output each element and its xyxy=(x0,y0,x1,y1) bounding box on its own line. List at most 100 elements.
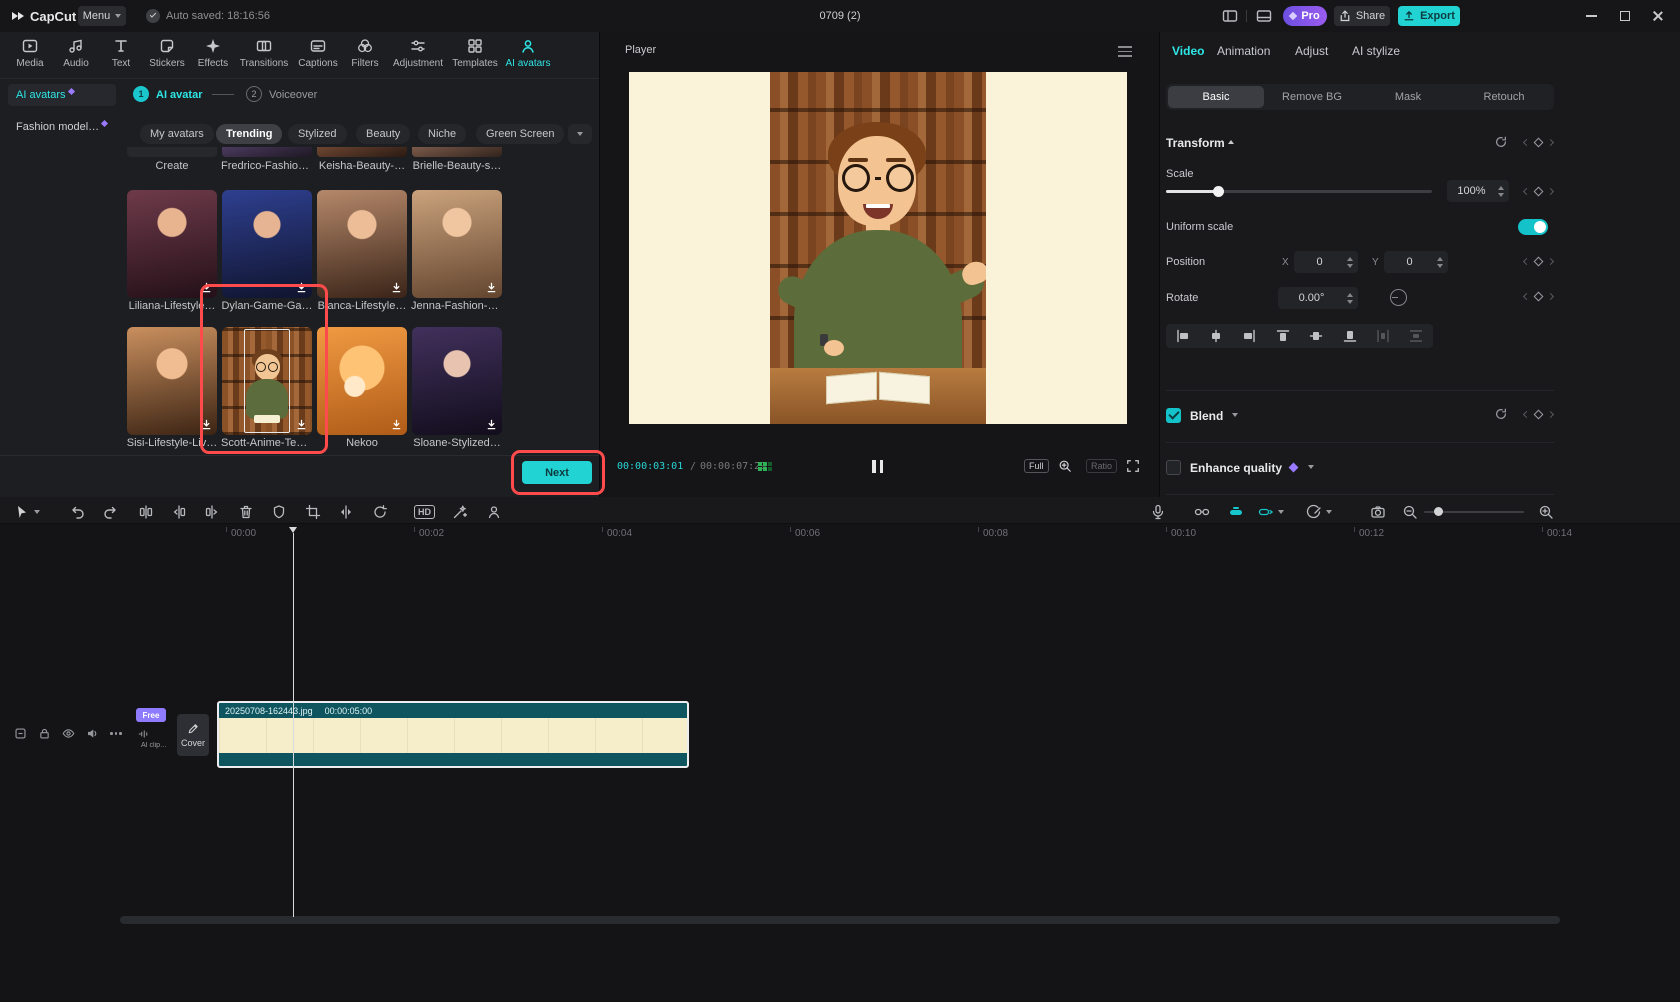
tab-effects[interactable]: Effects xyxy=(185,38,241,69)
tab-video[interactable]: Video xyxy=(1172,44,1204,58)
chevron-down-icon[interactable] xyxy=(1308,465,1314,469)
zoom-out-icon[interactable] xyxy=(1402,504,1418,520)
layout-bottom-icon[interactable] xyxy=(1256,8,1272,24)
tab-filters[interactable]: Filters xyxy=(337,38,393,69)
align-center-v-button[interactable] xyxy=(1300,324,1333,348)
avatar-card-keisha[interactable] xyxy=(317,147,407,157)
uniform-scale-toggle[interactable] xyxy=(1518,219,1548,235)
filter-chip-my-avatars[interactable]: My avatars xyxy=(140,124,214,144)
magic-wand-icon[interactable] xyxy=(452,504,468,520)
chevron-down-icon[interactable] xyxy=(1232,413,1238,417)
tab-templates[interactable]: Templates xyxy=(447,38,503,69)
zoom-fit-icon[interactable] xyxy=(1058,459,1072,473)
mask-icon[interactable] xyxy=(271,504,287,520)
avatar-card-nekoo[interactable] xyxy=(317,327,407,435)
select-tool-chevron-icon[interactable] xyxy=(34,510,40,514)
pause-button[interactable] xyxy=(872,460,883,473)
menu-button[interactable]: Menu xyxy=(78,6,126,26)
step-1-label[interactable]: AI avatar xyxy=(156,89,202,101)
mute-icon[interactable] xyxy=(86,727,99,740)
subtab-retouch[interactable]: Retouch xyxy=(1456,86,1552,108)
tab-adjust[interactable]: Adjust xyxy=(1295,44,1328,58)
subtab-basic[interactable]: Basic xyxy=(1168,86,1264,108)
rotate-dial[interactable] xyxy=(1390,289,1407,306)
chips-expand-button[interactable] xyxy=(568,124,592,144)
timeline-h-scrollbar[interactable] xyxy=(120,916,1560,924)
main-track-magnet-icon[interactable] xyxy=(1228,504,1244,520)
maximize-button[interactable] xyxy=(1620,11,1630,21)
align-bottom-button[interactable] xyxy=(1333,324,1366,348)
more-options-icon[interactable] xyxy=(110,732,122,735)
scale-keyframe-control[interactable] xyxy=(1524,188,1553,195)
avatar-card-fredrico[interactable] xyxy=(222,147,312,157)
timeline-zoom-handle[interactable] xyxy=(1434,507,1443,516)
avatar-card-liliana[interactable] xyxy=(127,190,217,298)
subtab-remove-bg[interactable]: Remove BG xyxy=(1264,86,1360,108)
distribute-v-button[interactable] xyxy=(1400,324,1433,348)
track-options-icon[interactable] xyxy=(1258,504,1274,520)
pro-badge[interactable]: Pro xyxy=(1283,6,1327,26)
avatar-card-scott-selected[interactable] xyxy=(222,327,312,435)
sidebar-item-ai-avatars[interactable]: AI avatars xyxy=(8,84,116,106)
tab-animation[interactable]: Animation xyxy=(1217,44,1270,58)
split-icon[interactable] xyxy=(138,504,154,520)
enhance-quality-label[interactable]: Enhance quality xyxy=(1190,461,1282,475)
avatar-card-sloane[interactable] xyxy=(412,327,502,435)
undo-icon[interactable] xyxy=(70,504,86,520)
lock-icon[interactable] xyxy=(38,727,51,740)
rotate-value-stepper[interactable]: 0.00° xyxy=(1278,287,1358,309)
preview-axis-icon[interactable] xyxy=(1306,504,1322,520)
chevron-down-icon[interactable] xyxy=(1326,510,1332,514)
avatar-card-create[interactable] xyxy=(127,147,217,157)
delete-right-icon[interactable] xyxy=(204,504,220,520)
tab-ai-stylize[interactable]: AI stylize xyxy=(1352,44,1400,58)
ratio-button[interactable]: Ratio xyxy=(1086,459,1117,473)
redo-icon[interactable] xyxy=(102,504,118,520)
avatar-card-jenna[interactable] xyxy=(412,190,502,298)
eye-icon[interactable] xyxy=(62,727,75,740)
record-voiceover-icon[interactable] xyxy=(1150,504,1166,520)
snapshot-icon[interactable] xyxy=(1370,504,1386,520)
avatar-card-dylan[interactable] xyxy=(222,190,312,298)
sidebar-item-fashion-model[interactable]: Fashion model… xyxy=(8,116,116,138)
align-left-button[interactable] xyxy=(1166,324,1199,348)
performance-grid-icon[interactable] xyxy=(758,462,774,473)
filter-chip-stylized[interactable]: Stylized xyxy=(288,124,347,144)
rotate-keyframe-control[interactable] xyxy=(1524,293,1553,300)
transform-section-label[interactable]: Transform xyxy=(1166,136,1225,150)
blend-section-label[interactable]: Blend xyxy=(1190,409,1223,423)
chevron-down-icon[interactable] xyxy=(1278,510,1284,514)
share-button[interactable]: Share xyxy=(1334,6,1390,26)
hd-quality-button[interactable]: HD xyxy=(414,505,435,519)
ai-avatar-tool-icon[interactable] xyxy=(486,504,502,520)
position-y-stepper[interactable]: 0 xyxy=(1384,251,1448,273)
reset-blend-icon[interactable] xyxy=(1494,407,1508,421)
expand-player-icon[interactable] xyxy=(1126,459,1140,473)
avatar-card-sisi[interactable] xyxy=(127,327,217,435)
avatar-card-bianca[interactable] xyxy=(317,190,407,298)
blend-checkbox[interactable] xyxy=(1166,408,1181,423)
timeline-clip-selected[interactable]: 20250708-162443.jpg 00:00:05:00 xyxy=(217,701,689,768)
position-x-stepper[interactable]: 0 xyxy=(1294,251,1358,273)
blend-keyframe-control[interactable] xyxy=(1524,411,1553,418)
collapse-icon[interactable] xyxy=(1228,140,1234,144)
full-screen-preview-button[interactable]: Full xyxy=(1024,459,1049,473)
minimize-button[interactable] xyxy=(1586,15,1597,17)
filter-chip-trending[interactable]: Trending xyxy=(216,124,282,144)
delete-left-icon[interactable] xyxy=(171,504,187,520)
crop-icon[interactable] xyxy=(305,504,321,520)
tab-ai-avatars[interactable]: AI avatars xyxy=(500,38,556,69)
player-menu-icon[interactable] xyxy=(1118,46,1132,57)
transform-keyframe-control[interactable] xyxy=(1524,139,1553,146)
tab-transitions[interactable]: Transitions xyxy=(236,38,292,69)
reset-transform-icon[interactable] xyxy=(1494,135,1508,149)
layout-panels-icon[interactable] xyxy=(1222,8,1238,24)
filter-chip-green-screen[interactable]: Green Screen xyxy=(476,124,564,144)
linked-tracks-icon[interactable] xyxy=(1194,504,1210,520)
position-keyframe-control[interactable] xyxy=(1524,258,1553,265)
scale-value-stepper[interactable]: 100% xyxy=(1447,180,1509,202)
align-top-button[interactable] xyxy=(1266,324,1299,348)
track-toggle-icon[interactable] xyxy=(14,727,27,740)
mirror-icon[interactable] xyxy=(338,504,354,520)
replace-icon[interactable] xyxy=(372,504,388,520)
